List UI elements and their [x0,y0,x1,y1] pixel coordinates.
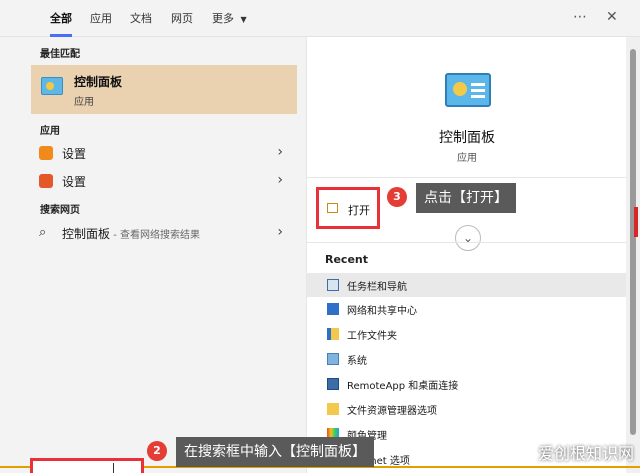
scrollbar-thumb[interactable] [630,49,636,435]
recent-item-label: 网络和共享中心 [347,306,417,317]
chevron-right-icon[interactable]: › [277,144,283,160]
chevron-down-icon: ▼ [240,15,247,24]
close-icon[interactable]: ✕ [606,9,618,25]
web-result-sub: - 查看网络搜索结果 [110,230,200,241]
scrollbar[interactable] [626,37,640,473]
search-input[interactable] [30,458,144,473]
expand-button[interactable]: ⌄ [455,225,481,251]
app-item-label: 设置 [62,147,87,161]
tab-documents[interactable]: 文档 [130,0,152,37]
taskbar-icon [327,279,339,291]
recent-item-folder-options[interactable]: 文件资源管理器选项 [307,397,627,421]
control-panel-icon [445,73,491,107]
divider [307,242,627,243]
results-pane: 最佳匹配 控制面板 应用 应用 设置 › 设置 › 搜索网页 ⌕ 控制面板 - … [0,37,306,473]
preview-title: 控制面板 [439,130,495,146]
tab-web[interactable]: 网页 [171,0,193,37]
red-edge-mark [634,207,638,237]
web-result-text: 控制面板 - 查看网络搜索结果 [62,225,200,242]
recent-item-work-folders[interactable]: 工作文件夹 [307,322,627,346]
step-3-badge: 3 [387,187,407,207]
search-icon: ⌕ [39,225,47,240]
step-3-callout: 点击【打开】 [416,183,516,213]
web-search-result[interactable]: ⌕ 控制面板 - 查看网络搜索结果 › [31,220,297,246]
step-2-badge: 2 [147,441,167,461]
open-label: 打开 [348,204,370,217]
recent-item-label: 工作文件夹 [347,331,397,342]
preview-pane: 控制面板 应用 打开 ⌄ Recent 任务栏和导航 网络和共享中心 工作文件夹… [306,37,627,473]
step-2-callout: 在搜索框中输入【控制面板】 [176,437,374,467]
system-icon [327,353,339,365]
open-button[interactable]: 打开 [316,187,380,229]
recent-item-label: 任务栏和导航 [347,282,407,293]
preview-subtitle: 应用 [457,153,477,164]
web-result-label: 控制面板 [62,227,111,241]
tab-all[interactable]: 全部 [50,0,72,37]
recent-item-taskbar[interactable]: 任务栏和导航 [307,273,627,297]
settings-gear-icon [39,146,53,160]
apps-heading: 应用 [40,126,60,137]
recent-item-network[interactable]: 网络和共享中心 [307,297,627,321]
watermark: 爱创根知识网 [537,444,634,463]
divider [307,177,627,178]
best-match-heading: 最佳匹配 [40,49,80,60]
recent-item-label: RemoteApp 和桌面连接 [347,381,459,392]
work-folders-icon [327,328,339,340]
app-item-settings-2[interactable]: 设置 › [31,168,297,194]
search-tabs-bar: 全部 应用 文档 网页 更多 ▼ ⋯ ✕ [0,0,640,37]
recent-item-remoteapp[interactable]: RemoteApp 和桌面连接 [307,372,627,396]
app-item-settings[interactable]: 设置 › [31,140,297,166]
recent-heading: Recent [325,253,369,266]
tab-more-label: 更多 [212,12,234,25]
more-dots-icon[interactable]: ⋯ [573,9,587,25]
chevron-right-icon[interactable]: › [277,224,283,240]
remoteapp-icon [327,378,339,390]
tab-more[interactable]: 更多 ▼ [212,0,247,37]
open-icon [327,203,338,213]
chevron-right-icon[interactable]: › [277,172,283,188]
web-search-heading: 搜索网页 [40,205,80,216]
best-match-title: 控制面板 [74,75,123,89]
settings-s-icon [39,174,53,188]
control-panel-icon [41,77,63,95]
best-match-subtitle: 应用 [74,97,94,108]
tab-apps[interactable]: 应用 [90,0,112,37]
network-icon [327,303,339,315]
recent-item-system[interactable]: 系统 [307,347,627,371]
recent-item-label: 文件资源管理器选项 [347,406,437,417]
folder-options-icon [327,403,339,415]
recent-item-label: 系统 [347,356,367,367]
app-item-label: 设置 [62,175,87,189]
best-match-item[interactable]: 控制面板 应用 [31,65,297,114]
